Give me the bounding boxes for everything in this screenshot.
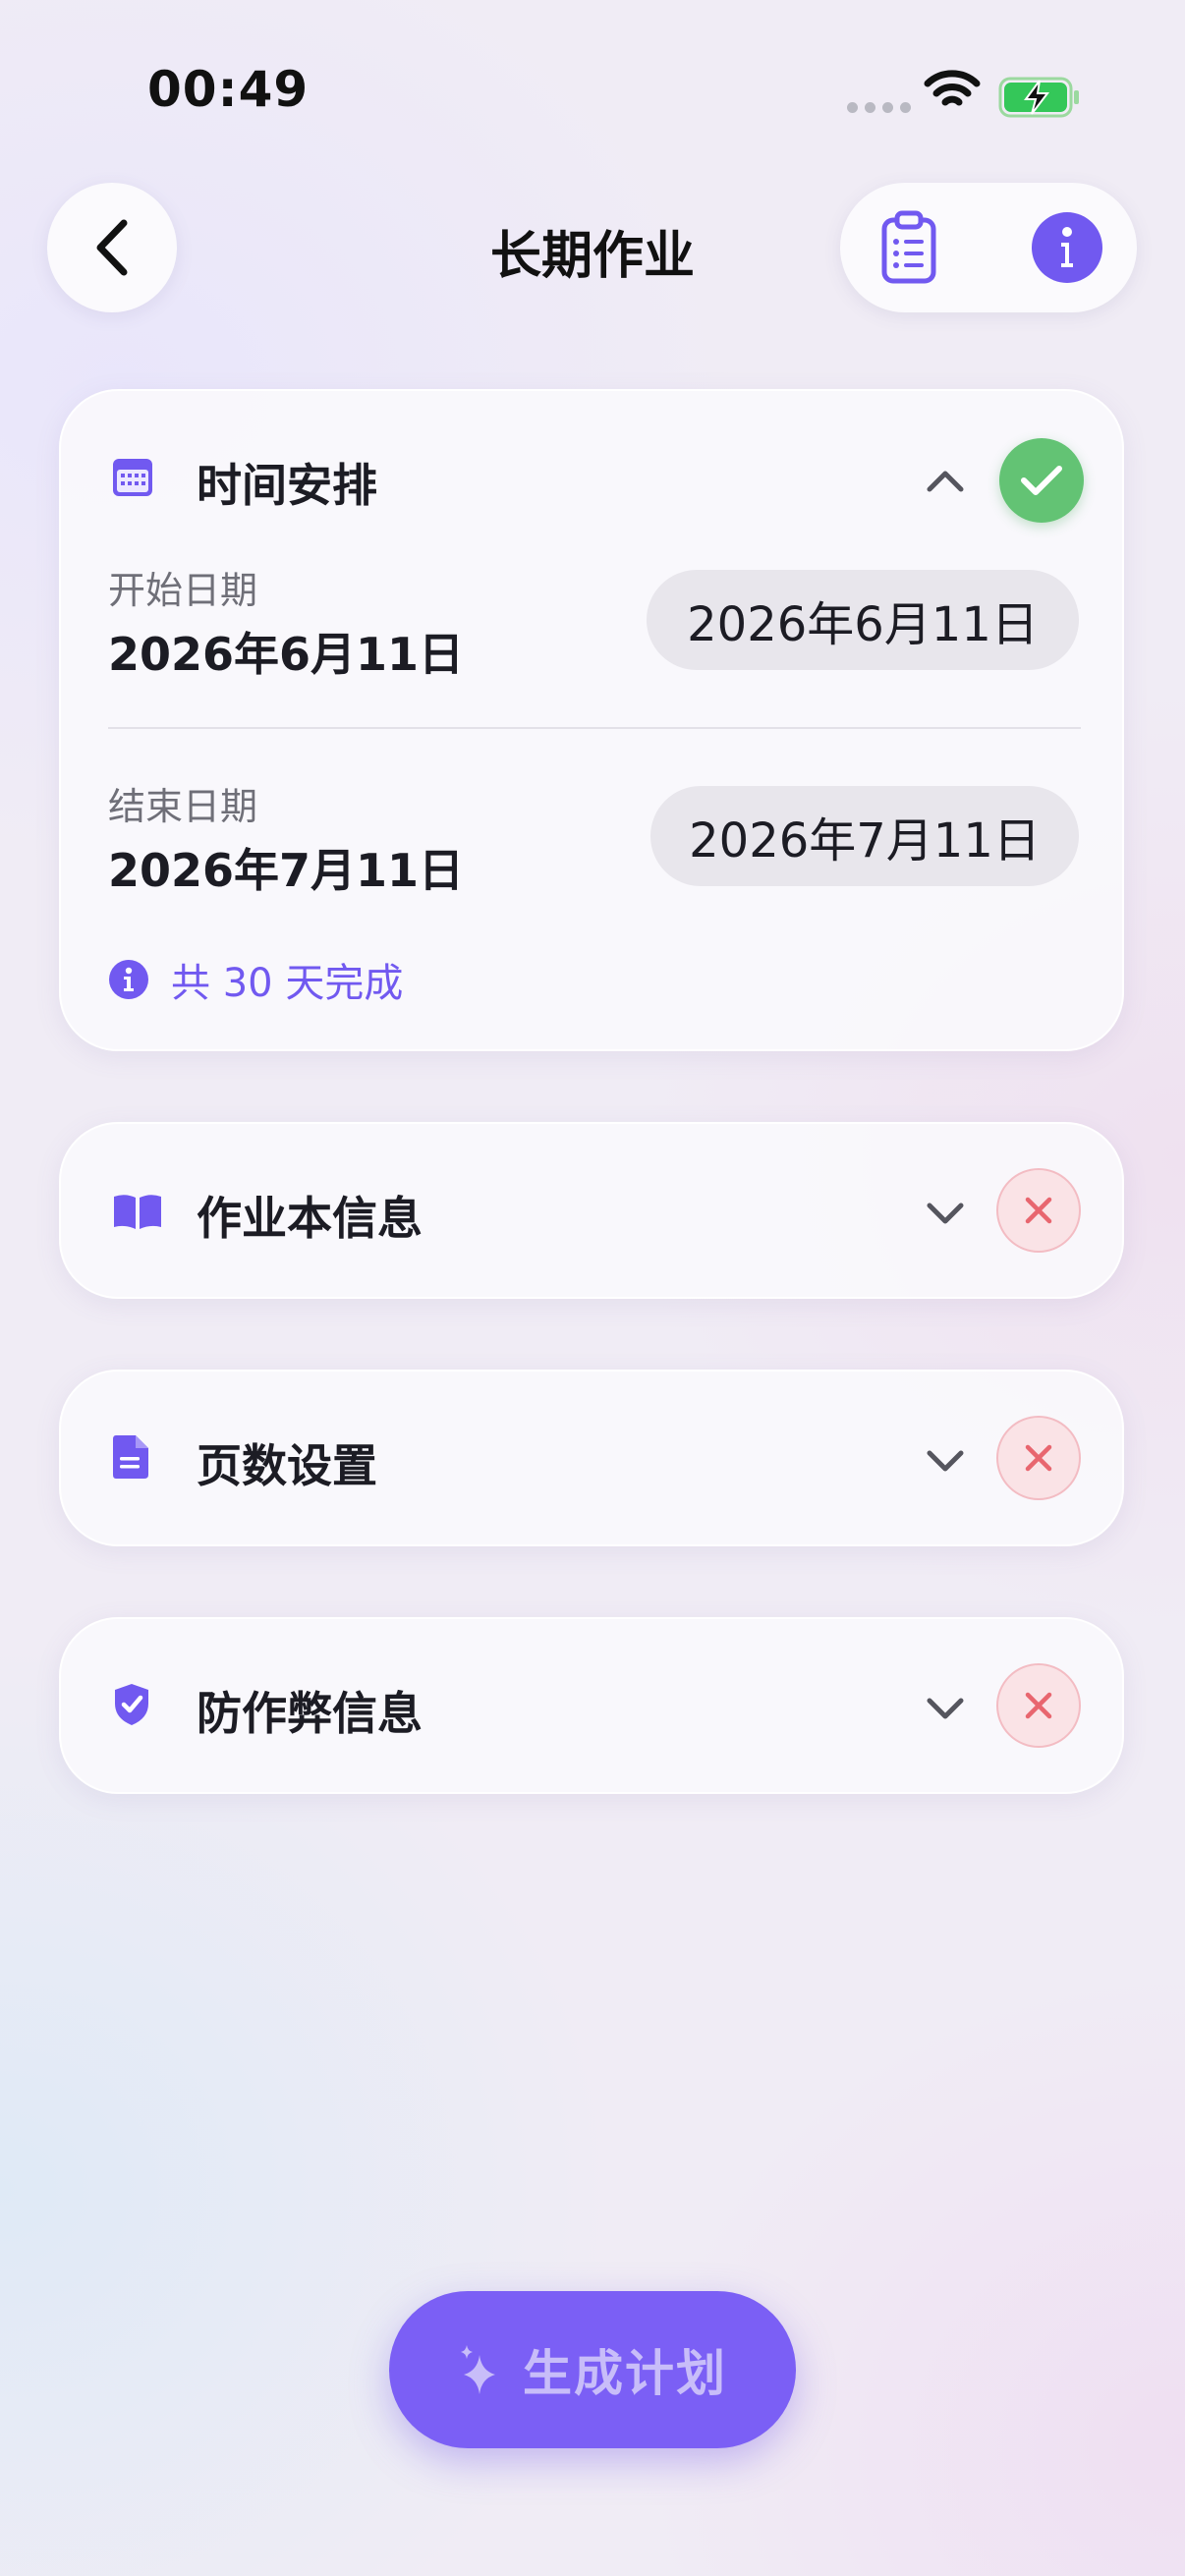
- end-date-label: 结束日期: [108, 785, 258, 828]
- checkmark-icon: [1021, 466, 1062, 495]
- chevron-up-icon[interactable]: [926, 468, 965, 493]
- status-time: 00:49: [147, 61, 310, 118]
- close-icon: [1025, 1444, 1052, 1472]
- battery-charging-icon: [998, 77, 1079, 118]
- section-incomplete-badge: [996, 1663, 1081, 1748]
- start-date-picker[interactable]: 2026年6月11日: [647, 570, 1079, 670]
- info-icon: [1061, 227, 1073, 267]
- page-settings-card[interactable]: 页数设置: [59, 1370, 1124, 1546]
- calendar-icon: [113, 459, 152, 496]
- chevron-down-icon[interactable]: [926, 1696, 965, 1721]
- duration-text: 共 30 天完成: [171, 961, 404, 1006]
- nav-actions: [840, 183, 1137, 312]
- divider: [108, 727, 1081, 729]
- page-settings-title: 页数设置: [197, 1439, 377, 1492]
- wifi-icon: [924, 70, 981, 106]
- end-date-picker[interactable]: 2026年7月11日: [650, 786, 1079, 886]
- workbook-card[interactable]: 作业本信息: [59, 1122, 1124, 1299]
- section-complete-badge: [999, 438, 1084, 523]
- generate-plan-label: 生成计划: [523, 2345, 727, 2402]
- start-date-value: 2026年6月11日: [108, 628, 465, 681]
- shield-check-icon: [115, 1684, 148, 1725]
- chevron-down-icon[interactable]: [926, 1201, 965, 1226]
- generate-plan-button[interactable]: 生成计划: [389, 2291, 796, 2448]
- sparkles-icon: [461, 2345, 495, 2394]
- start-date-label: 开始日期: [108, 569, 258, 612]
- info-button[interactable]: [1032, 212, 1102, 283]
- schedule-card: 时间安排 开始日期 2026年6月11日 2026年6月11日 结束日期 202…: [59, 389, 1124, 1051]
- info-icon: [109, 960, 148, 999]
- book-icon: [114, 1195, 161, 1229]
- anti-cheat-title: 防作弊信息: [197, 1687, 423, 1740]
- chevron-down-icon[interactable]: [926, 1448, 965, 1474]
- workbook-title: 作业本信息: [197, 1192, 423, 1245]
- schedule-title: 时间安排: [197, 459, 377, 512]
- end-date-value: 2026年7月11日: [108, 844, 465, 897]
- document-icon: [113, 1435, 148, 1479]
- close-icon: [1025, 1197, 1052, 1224]
- section-incomplete-badge: [996, 1168, 1081, 1253]
- cellular-signal-icon: [847, 102, 911, 113]
- clipboard-list-icon[interactable]: [879, 210, 938, 285]
- close-icon: [1025, 1692, 1052, 1719]
- duration-note: 共 30 天完成: [108, 951, 403, 1008]
- section-incomplete-badge: [996, 1416, 1081, 1500]
- anti-cheat-card[interactable]: 防作弊信息: [59, 1617, 1124, 1794]
